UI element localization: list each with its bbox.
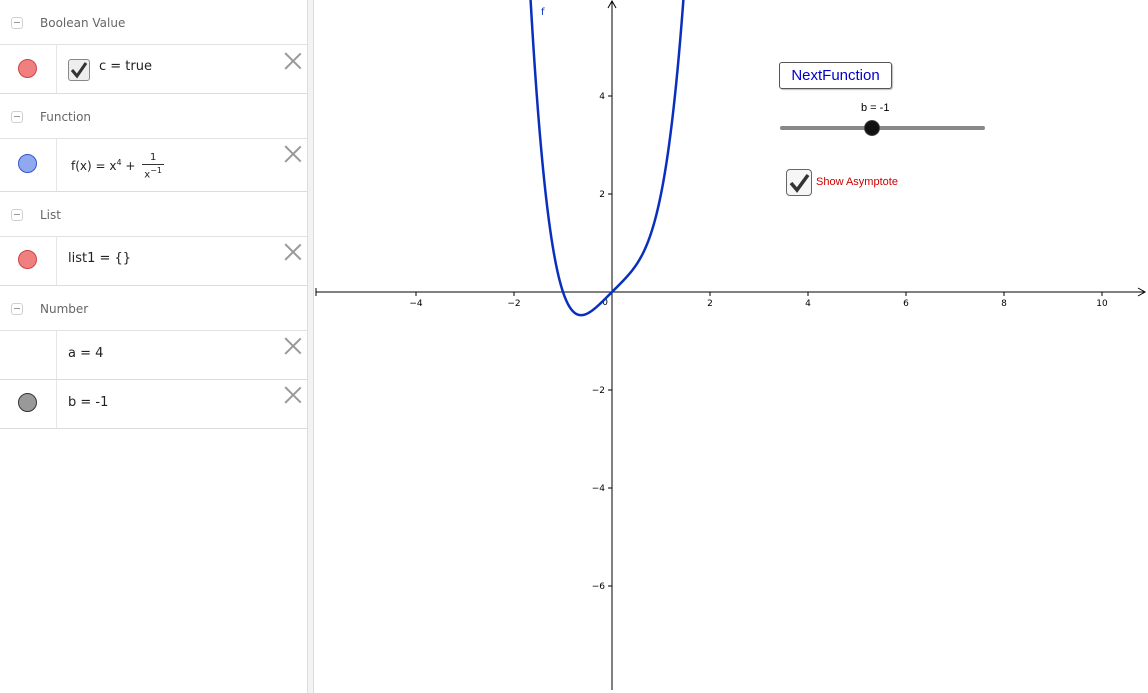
x-tick-label: −4: [409, 299, 423, 309]
visibility-marble-icon[interactable]: [18, 59, 37, 78]
delete-icon[interactable]: [284, 52, 302, 70]
numerator: 1: [142, 152, 165, 165]
marble-cell: [0, 139, 57, 191]
delete-icon[interactable]: [284, 337, 302, 355]
denominator-exponent: −1: [150, 166, 163, 175]
y-tick-label: −4: [592, 484, 606, 494]
marble-cell: [0, 45, 57, 93]
y-tick-label: 2: [599, 190, 605, 200]
slider-label: b = -1: [861, 102, 890, 114]
exponent: 4: [116, 158, 122, 168]
next-function-button[interactable]: NextFunction: [779, 62, 892, 89]
x-tick-label: 6: [903, 299, 909, 309]
show-asymptote-label: Show Asymptote: [816, 176, 898, 188]
group-label: Function: [40, 110, 92, 124]
y-tick-label: −2: [592, 386, 605, 396]
checkmark-icon: [789, 173, 810, 193]
function-definition[interactable]: f(x) = x4 + 1 x−1: [71, 152, 165, 181]
plus-sign: +: [125, 159, 136, 174]
function-curve-f: [529, 0, 685, 317]
curve-label-f: f: [541, 7, 545, 18]
graphics-view[interactable]: −4 −2 2 4 6 8 10 −6 −4 −2 2 4 0 f: [314, 0, 1148, 693]
visibility-marble-icon[interactable]: [18, 250, 37, 269]
group-header-number[interactable]: Number: [0, 286, 307, 331]
collapse-icon[interactable]: [11, 209, 23, 221]
algebra-item-c[interactable]: c = true: [0, 45, 307, 94]
x-tick-label: 8: [1001, 299, 1007, 309]
plot-canvas[interactable]: −4 −2 2 4 6 8 10−6−4−2240f: [314, 0, 1148, 693]
y-tick-label: 4: [599, 92, 605, 102]
collapse-icon[interactable]: [11, 303, 23, 315]
x-tick-label: −2: [507, 299, 520, 309]
collapse-icon[interactable]: [11, 17, 23, 29]
algebra-item-a[interactable]: a = 4: [0, 331, 307, 380]
marble-cell: [0, 331, 57, 379]
function-prefix: f(x) = x: [71, 159, 117, 174]
denominator: x−1: [142, 165, 164, 181]
group-header-list[interactable]: List: [0, 192, 307, 237]
marble-cell: [0, 237, 57, 285]
group-label: List: [40, 208, 61, 222]
view-splitter[interactable]: [307, 0, 314, 693]
group-label: Boolean Value: [40, 16, 126, 30]
item-definition[interactable]: a = 4: [68, 346, 103, 361]
group-header-boolean[interactable]: Boolean Value: [0, 0, 307, 45]
item-definition[interactable]: b = -1: [68, 395, 108, 410]
x-tick-label: 10: [1096, 299, 1108, 309]
slider-track[interactable]: [780, 126, 985, 130]
fraction: 1 x−1: [142, 152, 165, 181]
visibility-marble-icon[interactable]: [18, 393, 37, 412]
x-tick-label: 4: [805, 299, 811, 309]
y-tick-label: −6: [592, 582, 606, 592]
item-definition[interactable]: c = true: [99, 59, 152, 74]
boolean-checkbox[interactable]: [68, 59, 90, 81]
group-header-function[interactable]: Function: [0, 94, 307, 139]
slider-knob[interactable]: [864, 120, 880, 136]
delete-icon[interactable]: [284, 145, 302, 163]
item-definition[interactable]: list1 = {}: [68, 251, 131, 266]
x-tick-label: 2: [707, 299, 713, 309]
delete-icon[interactable]: [284, 243, 302, 261]
algebra-item-f[interactable]: f(x) = x4 + 1 x−1: [0, 139, 307, 192]
delete-icon[interactable]: [284, 386, 302, 404]
visibility-marble-icon[interactable]: [18, 154, 37, 173]
collapse-icon[interactable]: [11, 111, 23, 123]
algebra-item-b[interactable]: b = -1: [0, 380, 307, 429]
checkmark-icon: [70, 62, 88, 79]
group-label: Number: [40, 302, 89, 316]
show-asymptote-checkbox[interactable]: [786, 169, 812, 196]
algebra-item-list1[interactable]: list1 = {}: [0, 237, 307, 286]
algebra-view: Boolean Value c = true Function f(x) = x…: [0, 0, 307, 693]
marble-cell: [0, 380, 57, 428]
